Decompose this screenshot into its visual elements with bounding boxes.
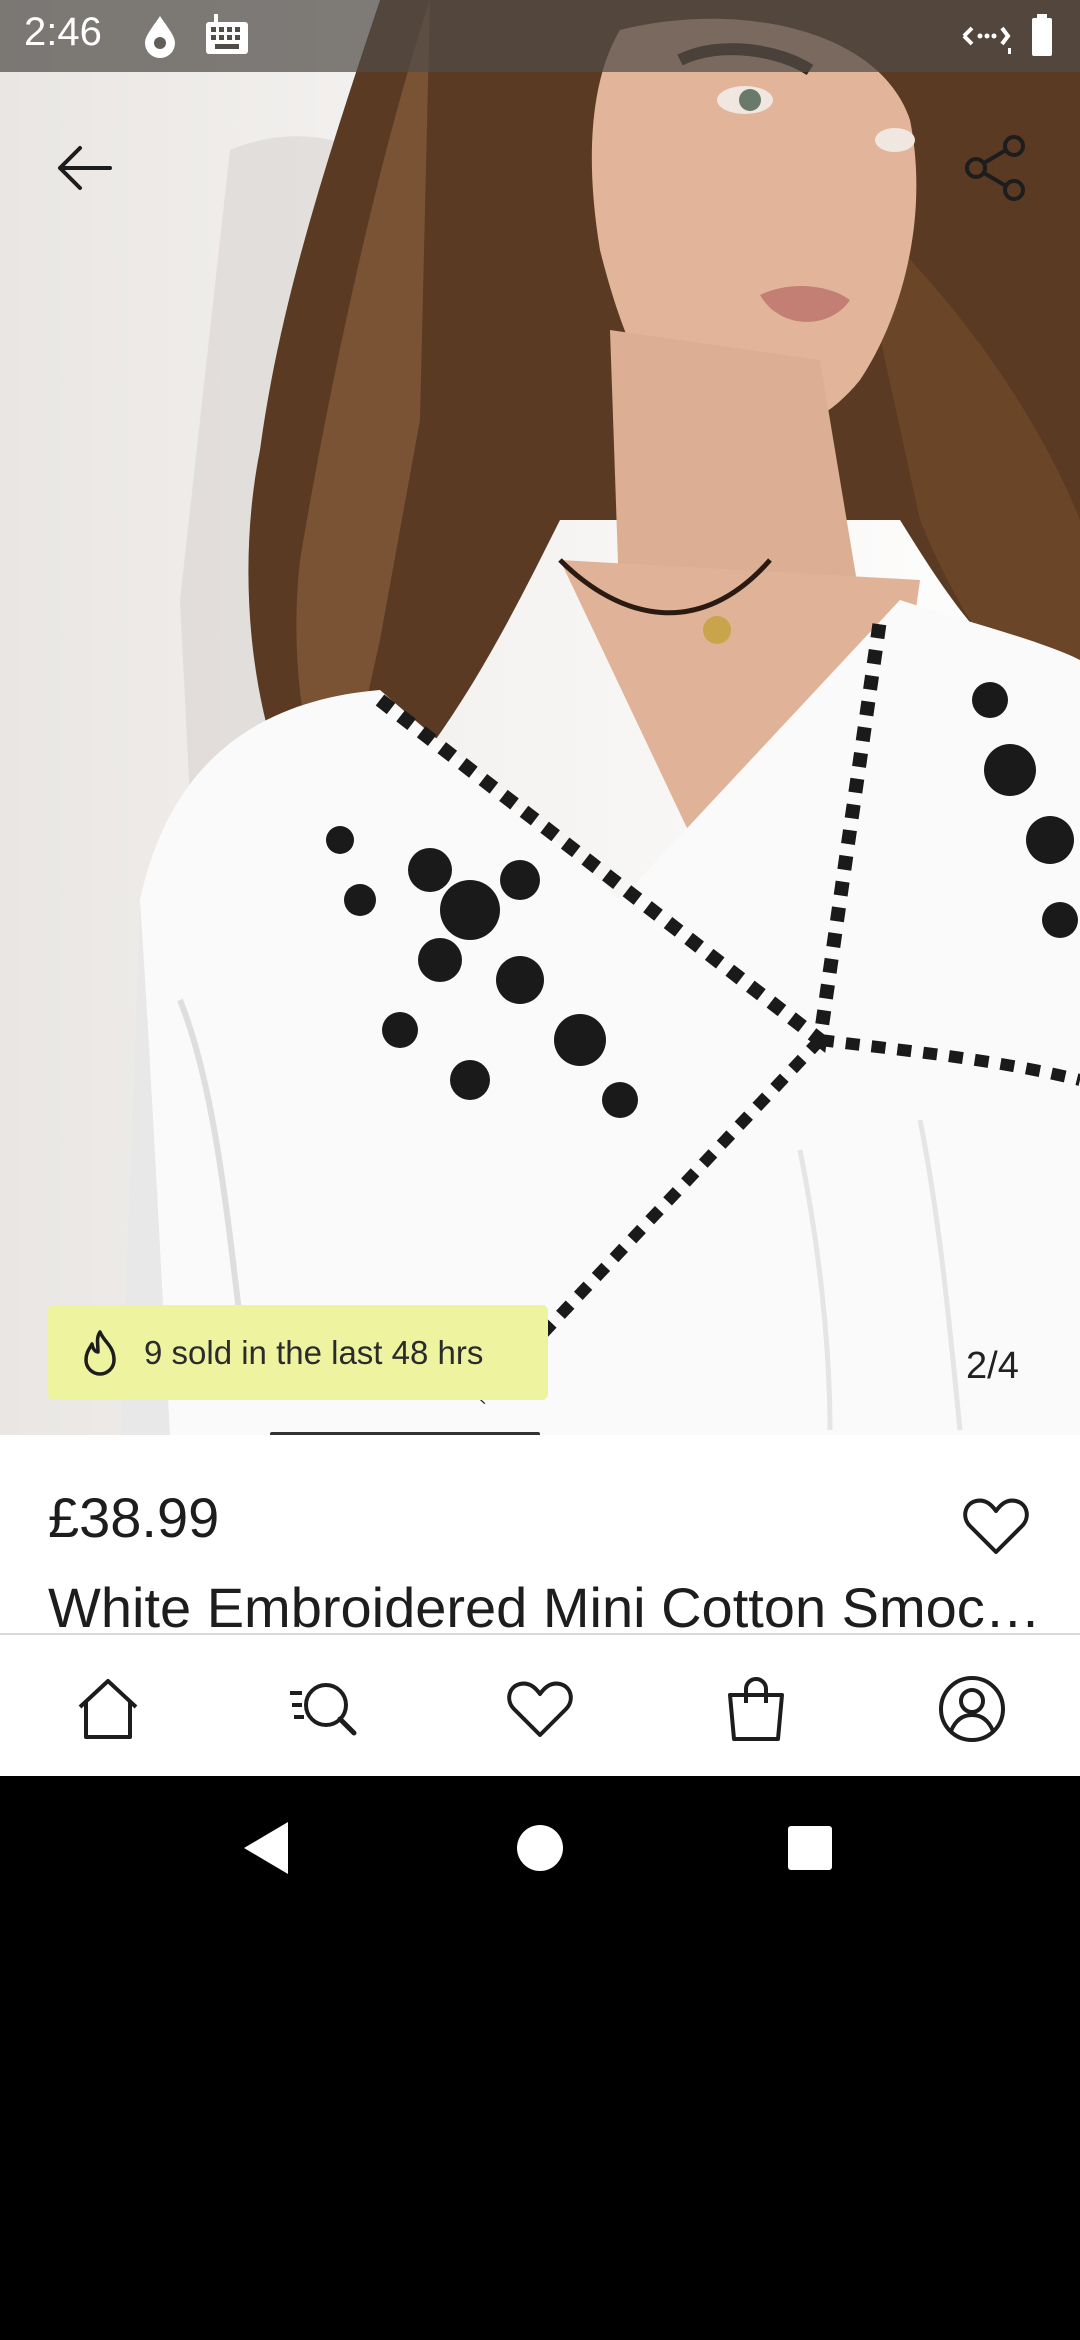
battery-icon: [1032, 14, 1052, 56]
system-navigation-bar: [0, 1776, 1080, 1920]
bottom-navigation: [0, 1633, 1080, 1776]
status-bar: 2:46: [0, 0, 1080, 72]
sold-badge: 9 sold in the last 48 hrs: [48, 1305, 548, 1400]
water-drop-icon: [145, 16, 175, 58]
search-icon[interactable]: [288, 1673, 360, 1745]
flame-icon: [84, 1329, 116, 1376]
wishlist-nav-heart-icon[interactable]: [504, 1673, 576, 1745]
back-triangle-icon[interactable]: [236, 1816, 300, 1880]
recents-square-icon[interactable]: [778, 1816, 842, 1880]
product-info: £38.99 White Embroidered Mini Cotton Smo…: [0, 1435, 1080, 1633]
home-icon[interactable]: [72, 1673, 144, 1745]
screen: 2:46 9 sold in the last 48 hrs 2/4 £38.9…: [0, 0, 1080, 2340]
arrow-left-icon[interactable]: [48, 132, 120, 204]
heart-icon[interactable]: [960, 1490, 1032, 1562]
data-transfer-icon: [962, 26, 1011, 54]
keyboard-icon: [206, 14, 248, 54]
share-icon[interactable]: [960, 132, 1032, 204]
product-photo: [120, 0, 1080, 1435]
account-icon[interactable]: [936, 1673, 1008, 1745]
sold-badge-text: 9 sold in the last 48 hrs: [144, 1333, 484, 1371]
status-time: 2:46: [24, 10, 102, 54]
shopping-bag-icon[interactable]: [720, 1673, 792, 1745]
product-price: £38.99: [48, 1486, 220, 1549]
image-counter: 2/4: [966, 1345, 1019, 1387]
home-circle-icon[interactable]: [508, 1816, 572, 1880]
product-title[interactable]: White Embroidered Mini Cotton Smock Dres…: [48, 1575, 1048, 1633]
product-image[interactable]: 2:46 9 sold in the last 48 hrs 2/4: [0, 0, 1080, 1435]
